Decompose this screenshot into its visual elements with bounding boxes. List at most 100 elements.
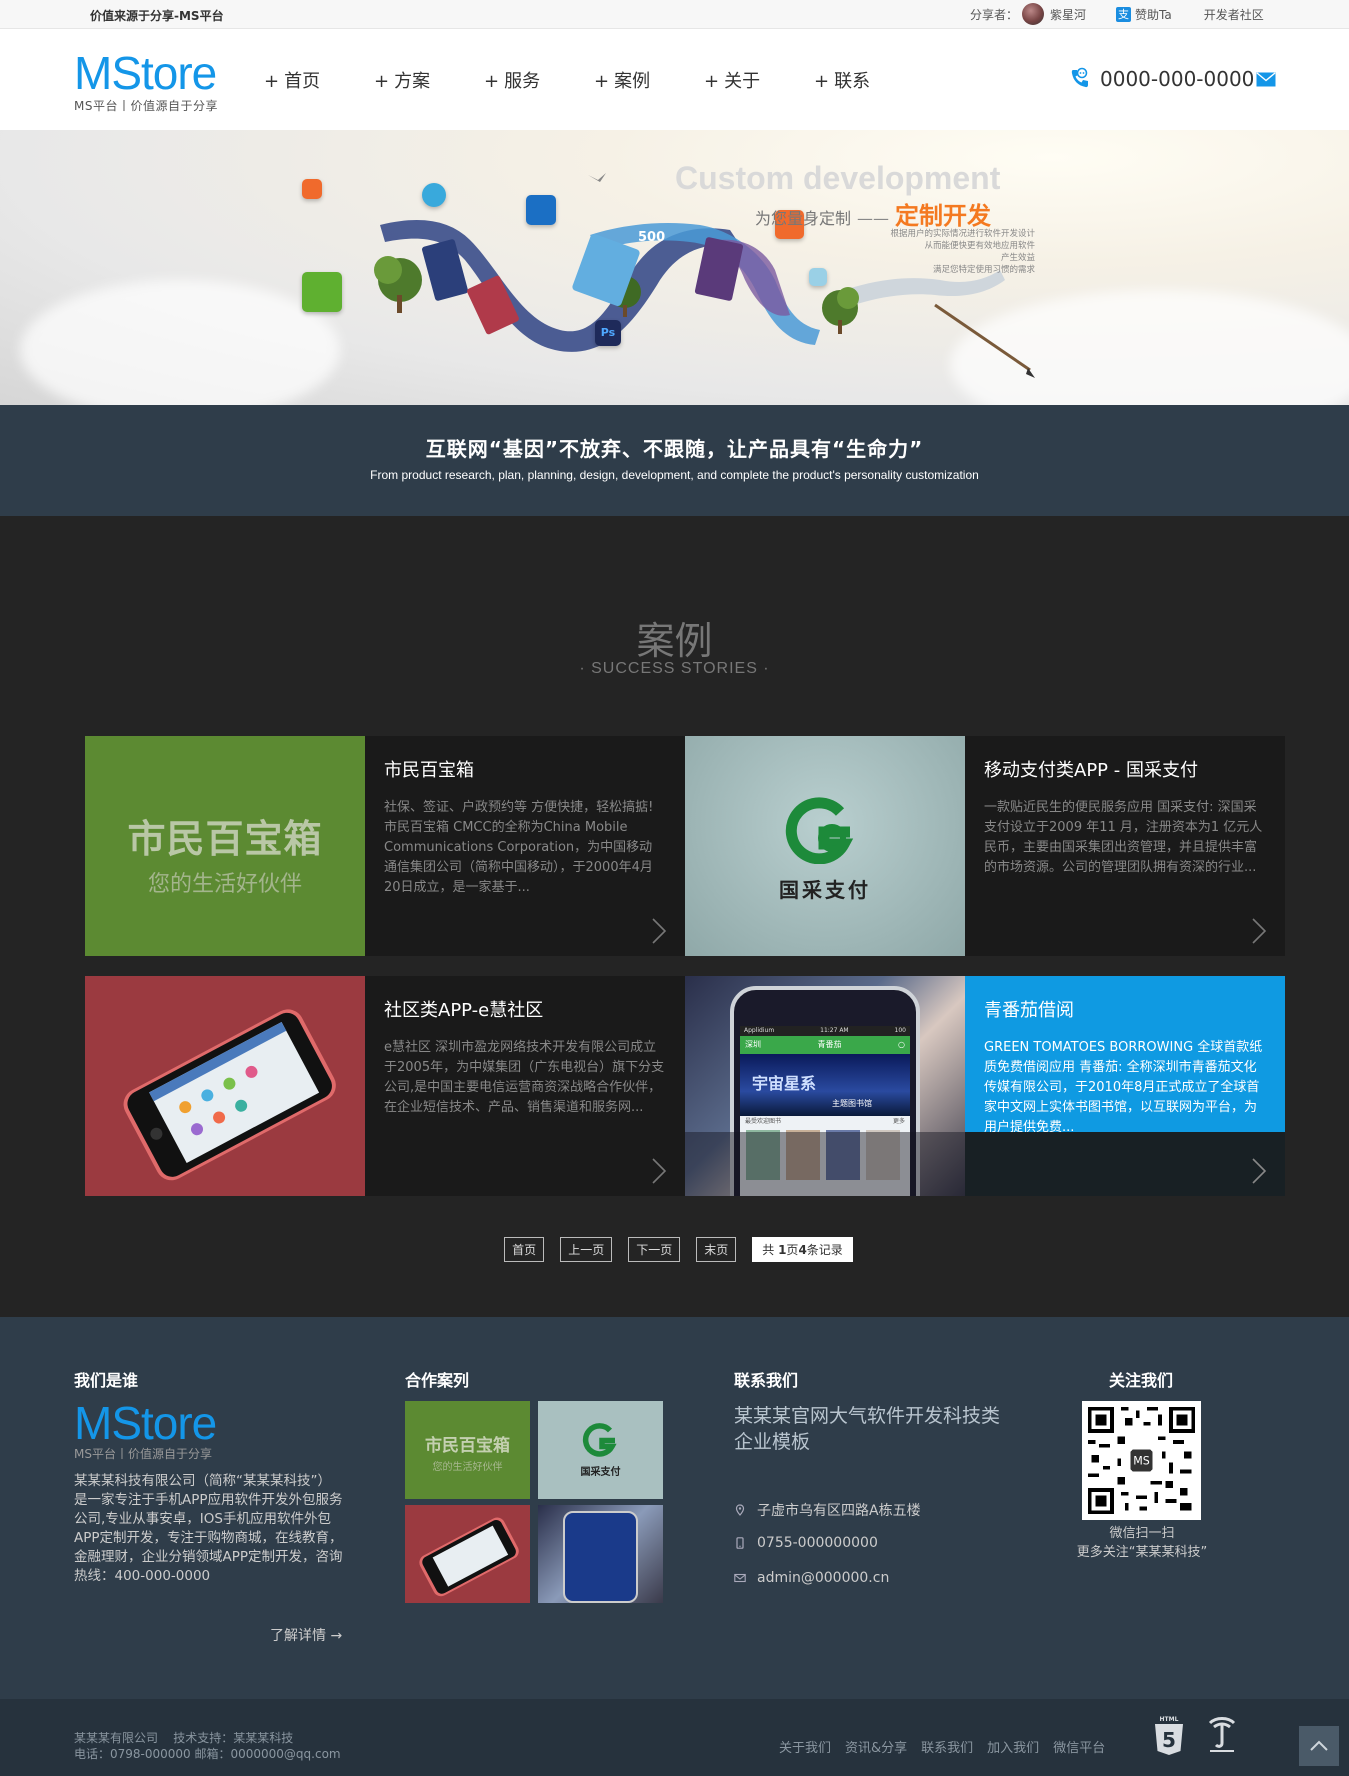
phone-banner-title: 宇宙星系	[752, 1074, 817, 1093]
top-bar: 价值来源于分享-MS平台 分享者： 紫星河 支 赞助Ta 开发者社区	[0, 0, 1349, 29]
footer-address: 子虚市乌有区四路A栋五楼	[734, 1500, 921, 1520]
case-card[interactable]: 市民百宝箱 您的生活好伙伴 市民百宝箱 社保、签证、户政预约等 方便快捷，轻松搞…	[85, 736, 685, 956]
section-title: 案例	[636, 619, 713, 663]
chevron-right-icon[interactable]	[1251, 918, 1267, 944]
nav-item-services[interactable]: + 服务	[484, 67, 594, 93]
slogan-band: 互联网“基因”不放弃、不跟随，让产品具有“生命力” From product r…	[0, 405, 1349, 516]
qr-center-label: MS	[1133, 1455, 1150, 1468]
donate-link[interactable]: 赞助Ta	[1135, 6, 1172, 23]
pager-prev[interactable]: 上一页	[560, 1237, 613, 1262]
banner-title-highlight: 定制开发	[895, 202, 992, 230]
phone-number: 0000-000-0000	[1100, 67, 1255, 91]
footer-link-wechat[interactable]: 微信平台	[1053, 1737, 1105, 1756]
nav-label: 方案	[394, 71, 431, 92]
top-bar-right: 分享者： 紫星河 支 赞助Ta 开发者社区	[970, 3, 1264, 25]
case-body: 青番茄借阅 GREEN TOMATOES BORROWING 全球首款纸质免费借…	[965, 976, 1285, 1196]
photoshop-icon: Ps	[595, 320, 621, 346]
nav-item-solutions[interactable]: + 方案	[374, 67, 484, 93]
nav-item-contact[interactable]: + 联系	[814, 67, 924, 93]
case-card[interactable]: Applidium 11:27 AM 100 深圳 青番茄 ○ 宇宙星系 主题图…	[685, 976, 1285, 1196]
html5-label: HTML	[1160, 1716, 1179, 1723]
footer-link-news[interactable]: 资讯&分享	[845, 1737, 907, 1756]
chevron-right-icon[interactable]	[651, 918, 667, 944]
wechat-qr-code: MS	[1082, 1401, 1201, 1520]
phone-city: 深圳	[745, 1040, 761, 1049]
chevron-up-icon	[1310, 1740, 1328, 1751]
footer-case-thumb[interactable]: 国采支付	[538, 1401, 663, 1499]
footer-case-thumb[interactable]: 市民百宝箱 您的生活好伙伴	[405, 1401, 530, 1499]
footer-logo[interactable]: MStore MS平台丨价值源自于分享	[74, 1397, 217, 1462]
case-body: 移动支付类APP - 国采支付 一款贴近民生的便民服务应用 国采支付: 深国采支…	[965, 736, 1285, 956]
case-title[interactable]: 移动支付类APP - 国采支付	[984, 756, 1265, 782]
logo-subtitle: MS平台丨价值源自于分享	[74, 1447, 212, 1461]
nav-item-about[interactable]: + 关于	[704, 67, 814, 93]
plus-icon: +	[704, 71, 720, 92]
logo-subtitle: MS平台丨价值源自于分享	[74, 99, 218, 113]
footer-case-thumb[interactable]	[405, 1505, 530, 1603]
case-thumbnail	[85, 976, 365, 1196]
footer-phone: 0755-000000000	[734, 1535, 878, 1551]
banner-desc-line: 产生效益	[1000, 253, 1035, 263]
avatar[interactable]	[1022, 3, 1045, 25]
footer-link-contact[interactable]: 联系我们	[921, 1737, 973, 1756]
footer-cases-title: 合作案列	[405, 1371, 470, 1390]
plus-icon: +	[374, 71, 390, 92]
case-card[interactable]: 国采支付 移动支付类APP - 国采支付 一款贴近民生的便民服务应用 国采支付:…	[685, 736, 1285, 956]
footer-link-about[interactable]: 关于我们	[779, 1737, 831, 1756]
case-title[interactable]: 青番茄借阅	[984, 996, 1265, 1022]
footer-links: 关于我们 资讯&分享 联系我们 加入我们 微信平台	[779, 1737, 1119, 1756]
site-logo[interactable]: MStore MS平台丨价值源自于分享	[74, 50, 234, 113]
app-icon	[302, 179, 322, 199]
pagination: 首页 上一页 下一页 末页 共 1页4条记录	[0, 1237, 1349, 1262]
kcal-label: 500	[638, 230, 666, 245]
chevron-right-icon[interactable]	[651, 1158, 667, 1184]
back-to-top-button[interactable]	[1299, 1726, 1339, 1766]
qr-caption-line: 微信扫一扫	[1109, 1526, 1175, 1541]
phone-section-header: 最受欢迎图书 更多	[740, 1116, 910, 1128]
location-icon	[809, 268, 827, 286]
mail-icon[interactable]	[1256, 71, 1276, 87]
case-card[interactable]: 社区类APP-e慧社区 e慧社区 深圳市盈龙网络技术开发有限公司成立于2005年…	[85, 976, 685, 1196]
pager-last[interactable]: 末页	[696, 1237, 737, 1262]
pager-first[interactable]: 首页	[504, 1237, 545, 1262]
nav-label: 关于	[724, 71, 761, 92]
footer-email[interactable]: admin@000000.cn	[734, 1570, 889, 1586]
copyright-line: 某某某有限公司 技术支持：某某某科技	[74, 1731, 294, 1745]
nav-item-home[interactable]: + 首页	[264, 67, 374, 93]
banner-desc-line: 根据用户的实际情况进行软件开发设计	[890, 229, 1035, 239]
chevron-right-icon[interactable]	[1251, 1158, 1267, 1184]
plus-icon: +	[264, 71, 280, 92]
china-telecom-logo-icon	[1208, 1717, 1236, 1752]
pager-total: 共 1页4条记录	[752, 1237, 853, 1262]
thumb-title: 市民百宝箱	[425, 1436, 510, 1456]
nav-item-cases[interactable]: + 案例	[594, 67, 704, 93]
sharer-name-link[interactable]: 紫星河	[1050, 6, 1086, 23]
footer-case-thumb[interactable]	[538, 1505, 663, 1603]
learn-more-link[interactable]: 了解详情 →	[270, 1625, 342, 1645]
banner-desc-line: 从而能便快更有效地应用软件	[924, 241, 1035, 251]
cases-section: 案例 · SUCCESS STORIES · 市民百宝箱 您的生活好伙伴 市民百…	[0, 516, 1349, 1317]
phone-time: 11:27 AM	[820, 1027, 849, 1034]
mobile-icon	[736, 1537, 744, 1549]
address-text: 子虚市乌有区四路A栋五楼	[757, 1503, 921, 1519]
phone-frame	[563, 1511, 638, 1603]
developer-community-link[interactable]: 开发者社区	[1204, 6, 1264, 23]
header-phone: 0000-000-0000	[1068, 67, 1276, 91]
html5-badge-icon: HTML 5	[1155, 1716, 1183, 1755]
case-description: 社保、签证、户政预约等 方便快捷，轻松搞掂! 市民百宝箱 CMCC的全称为Chi…	[384, 800, 654, 895]
mail-icon	[734, 1573, 746, 1583]
footer-case-grid: 市民百宝箱 您的生活好伙伴 国采支付	[405, 1401, 665, 1671]
nav-label: 首页	[284, 71, 321, 92]
footer-link-join[interactable]: 加入我们	[987, 1737, 1039, 1756]
thumb-overlay	[685, 1132, 965, 1196]
phone-status-bar: Applidium 11:27 AM 100	[740, 1026, 910, 1036]
case-title[interactable]: 市民百宝箱	[384, 756, 665, 782]
banner-title-lead: 为您量身定制	[755, 209, 852, 228]
pager-next[interactable]: 下一页	[628, 1237, 681, 1262]
logo-wordmark: MStore	[74, 1397, 217, 1449]
banner-desc-line: 满足您特定使用习惯的需求	[932, 265, 1035, 275]
phone-app-name: 青番茄	[817, 1040, 842, 1049]
case-title[interactable]: 社区类APP-e慧社区	[384, 996, 665, 1022]
banner-title-cn: 为您量身定制 —— 定制开发	[755, 196, 991, 231]
main-nav: + 首页 + 方案 + 服务 + 案例 + 关于 + 联系	[264, 67, 924, 93]
